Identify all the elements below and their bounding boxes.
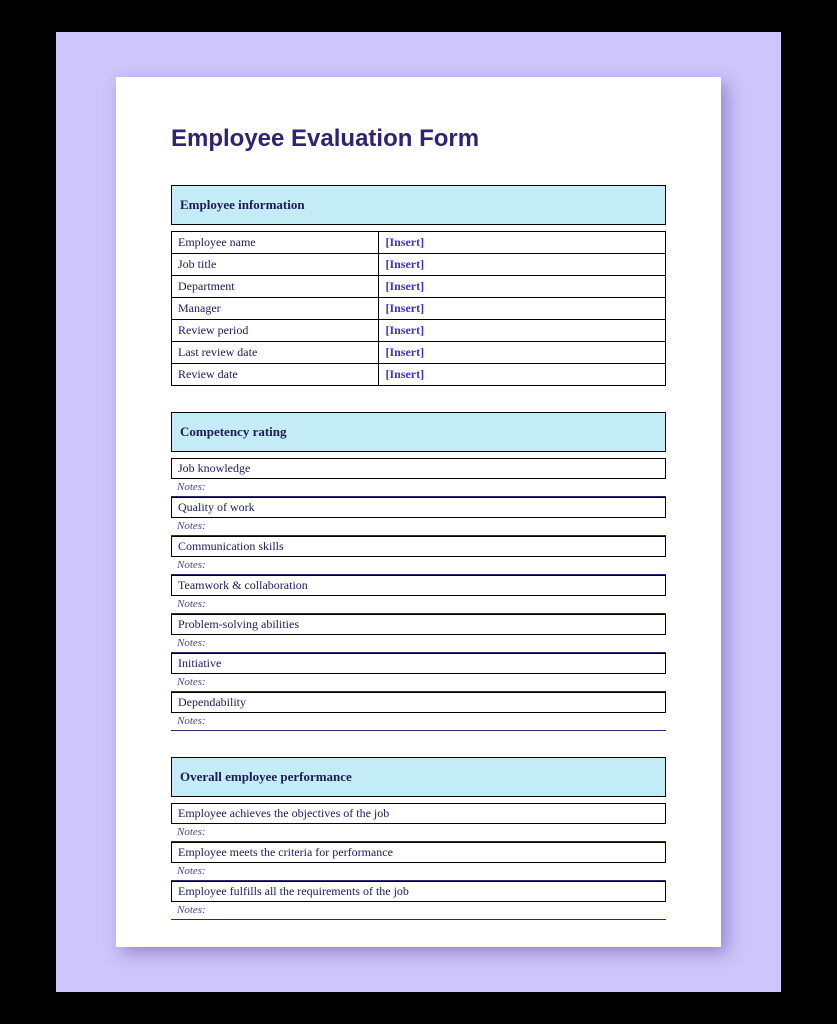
table-row: Job title [Insert]: [172, 254, 666, 276]
field-value[interactable]: [Insert]: [379, 342, 666, 364]
competency-item: Job knowledge: [171, 458, 666, 479]
field-label: Job title: [172, 254, 379, 276]
document-frame: Employee Evaluation Form Employee inform…: [56, 32, 781, 992]
table-row: Review date [Insert]: [172, 364, 666, 386]
table-row: Employee name [Insert]: [172, 232, 666, 254]
section-employee-info: Employee information Employee name [Inse…: [171, 185, 666, 386]
field-value[interactable]: [Insert]: [379, 276, 666, 298]
field-label: Last review date: [172, 342, 379, 364]
section-overall: Overall employee performance Employee ac…: [171, 757, 666, 920]
table-row: Department [Insert]: [172, 276, 666, 298]
section-header-employee-info: Employee information: [171, 185, 666, 225]
field-value[interactable]: [Insert]: [379, 254, 666, 276]
notes-field[interactable]: Notes:: [171, 518, 666, 536]
employee-info-table: Employee name [Insert] Job title [Insert…: [171, 231, 666, 386]
competency-item: Problem-solving abilities: [171, 614, 666, 635]
field-value[interactable]: [Insert]: [379, 298, 666, 320]
competency-item: Dependability: [171, 692, 666, 713]
notes-field[interactable]: Notes:: [171, 824, 666, 842]
field-label: Review period: [172, 320, 379, 342]
page-title: Employee Evaluation Form: [171, 125, 666, 153]
competency-item: Communication skills: [171, 536, 666, 557]
field-label: Review date: [172, 364, 379, 386]
document-page: Employee Evaluation Form Employee inform…: [116, 77, 721, 947]
section-competency: Competency rating Job knowledge Notes: Q…: [171, 412, 666, 731]
competency-item: Quality of work: [171, 497, 666, 518]
field-label: Department: [172, 276, 379, 298]
field-label: Manager: [172, 298, 379, 320]
notes-field[interactable]: Notes:: [171, 713, 666, 731]
table-row: Review period [Insert]: [172, 320, 666, 342]
section-header-competency: Competency rating: [171, 412, 666, 452]
field-value[interactable]: [Insert]: [379, 364, 666, 386]
field-value[interactable]: [Insert]: [379, 320, 666, 342]
notes-field[interactable]: Notes:: [171, 557, 666, 575]
notes-field[interactable]: Notes:: [171, 863, 666, 881]
notes-field[interactable]: Notes:: [171, 902, 666, 920]
notes-field[interactable]: Notes:: [171, 596, 666, 614]
overall-item: Employee achieves the objectives of the …: [171, 803, 666, 824]
table-row: Manager [Insert]: [172, 298, 666, 320]
table-row: Last review date [Insert]: [172, 342, 666, 364]
notes-field[interactable]: Notes:: [171, 479, 666, 497]
overall-item: Employee meets the criteria for performa…: [171, 842, 666, 863]
field-value[interactable]: [Insert]: [379, 232, 666, 254]
section-header-overall: Overall employee performance: [171, 757, 666, 797]
competency-item: Initiative: [171, 653, 666, 674]
notes-field[interactable]: Notes:: [171, 635, 666, 653]
competency-item: Teamwork & collaboration: [171, 575, 666, 596]
notes-field[interactable]: Notes:: [171, 674, 666, 692]
overall-item: Employee fulfills all the requirements o…: [171, 881, 666, 902]
field-label: Employee name: [172, 232, 379, 254]
